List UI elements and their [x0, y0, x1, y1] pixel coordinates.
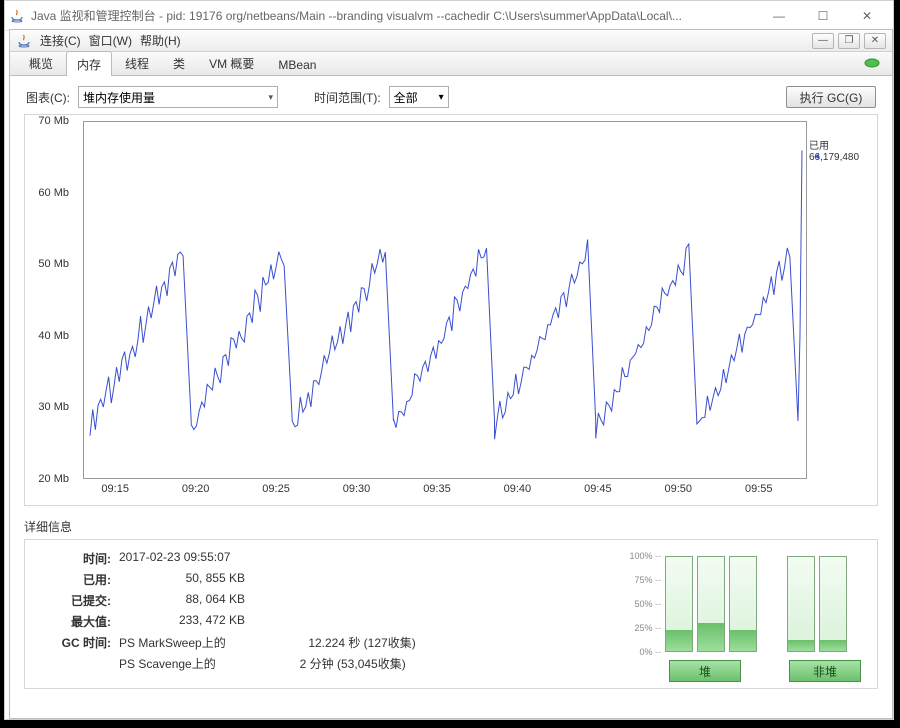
annotation-label: 已用 [809, 137, 875, 152]
inner-close-button[interactable]: ✕ [864, 33, 886, 49]
gc-value-2: 2 分钟 (53,045收集) [216, 655, 406, 672]
chevron-down-icon: ▾ [268, 92, 273, 103]
memory-bars: 0% 25% 50% 75% 100% 堆 非堆 [435, 540, 877, 688]
inner-minimize-button[interactable]: — [812, 33, 834, 49]
time-label: 时间: [35, 550, 115, 567]
details-table: 时间:2017-02-23 09:55:07 已用:50, 855 KB 已提交… [25, 540, 435, 688]
connection-status-icon [862, 56, 882, 70]
x-axis: 09:1509:2009:2509:3009:3509:4009:4509:50… [83, 483, 807, 499]
menu-window[interactable]: 窗口(W) [87, 30, 134, 51]
inner-restore-button[interactable]: ❐ [838, 33, 860, 49]
gc-name-1: PS MarkSweep上的 [115, 634, 226, 651]
chart-plot-area[interactable] [83, 121, 807, 479]
y-axis: 20 Mb30 Mb40 Mb50 Mb60 Mb70 Mb [23, 115, 73, 481]
menu-help[interactable]: 帮助(H) [138, 30, 183, 51]
usage-bar [787, 556, 815, 652]
tab-bar: 概览 内存 线程 类 VM 概要 MBean [10, 52, 892, 76]
chevron-down-icon: ▾ [439, 92, 444, 103]
chart-label: 图表(C): [26, 89, 70, 106]
tab-mbean[interactable]: MBean [267, 53, 327, 75]
nonheap-bars [787, 556, 847, 652]
details-panel: 时间:2017-02-23 09:55:07 已用:50, 855 KB 已提交… [24, 539, 878, 689]
tab-vm[interactable]: VM 概要 [198, 50, 265, 75]
used-label: 已用: [35, 571, 115, 588]
memory-chart: 20 Mb30 Mb40 Mb50 Mb60 Mb70 Mb 已用 66,179… [24, 114, 878, 506]
chart-toolbar: 图表(C): 堆内存使用量 ▾ 时间范围(T): 全部 ▾ 执行 GC(G) [10, 76, 892, 114]
tab-classes[interactable]: 类 [162, 50, 196, 75]
bars-scale: 0% 25% 50% 75% 100% [623, 556, 663, 652]
heap-bars [665, 556, 757, 652]
chart-selector[interactable]: 堆内存使用量 ▾ [78, 86, 278, 108]
java-icon [9, 8, 25, 24]
heap-button[interactable]: 堆 [669, 660, 741, 682]
tab-threads[interactable]: 线程 [114, 50, 160, 75]
window-controls: — ☐ ✕ [757, 2, 889, 30]
time-range-selector[interactable]: 全部 ▾ [389, 86, 449, 108]
outer-window: Java 监视和管理控制台 - pid: 19176 org/netbeans/… [4, 0, 894, 720]
menu-connect[interactable]: 连接(C) [38, 30, 83, 51]
used-value: 50, 855 KB [115, 571, 245, 588]
max-value: 233, 472 KB [115, 613, 245, 630]
close-button[interactable]: ✕ [845, 2, 889, 30]
usage-bar [697, 556, 725, 652]
time-range-value: 全部 [394, 89, 418, 106]
nonheap-button[interactable]: 非堆 [789, 660, 861, 682]
chart-selector-value: 堆内存使用量 [83, 89, 155, 106]
time-label: 时间范围(T): [314, 89, 381, 106]
gc-label: GC 时间: [35, 634, 115, 651]
gc-name-2: PS Scavenge上的 [115, 655, 216, 672]
outer-titlebar: Java 监视和管理控制台 - pid: 19176 org/netbeans/… [5, 1, 893, 31]
inner-window: 连接(C) 窗口(W) 帮助(H) — ❐ ✕ 概览 内存 线程 类 VM 概要… [9, 29, 893, 719]
committed-label: 已提交: [35, 592, 115, 609]
committed-value: 88, 064 KB [115, 592, 245, 609]
tab-memory[interactable]: 内存 [66, 51, 112, 76]
details-title: 详细信息 [10, 514, 892, 537]
annotation-caret-icon: ◂ [814, 151, 819, 162]
gc-value-1: 12.224 秒 (127收集) [226, 634, 416, 651]
time-value: 2017-02-23 09:55:07 [115, 550, 230, 567]
usage-bar [819, 556, 847, 652]
minimize-button[interactable]: — [757, 2, 801, 30]
maximize-button[interactable]: ☐ [801, 2, 845, 30]
usage-bar [665, 556, 693, 652]
perform-gc-button[interactable]: 执行 GC(G) [786, 86, 876, 108]
tab-overview[interactable]: 概览 [18, 50, 64, 75]
java-icon [16, 33, 32, 49]
usage-bar [729, 556, 757, 652]
max-label: 最大值: [35, 613, 115, 630]
inner-menubar: 连接(C) 窗口(W) 帮助(H) — ❐ ✕ [10, 30, 892, 52]
window-title: Java 监视和管理控制台 - pid: 19176 org/netbeans/… [31, 7, 757, 24]
